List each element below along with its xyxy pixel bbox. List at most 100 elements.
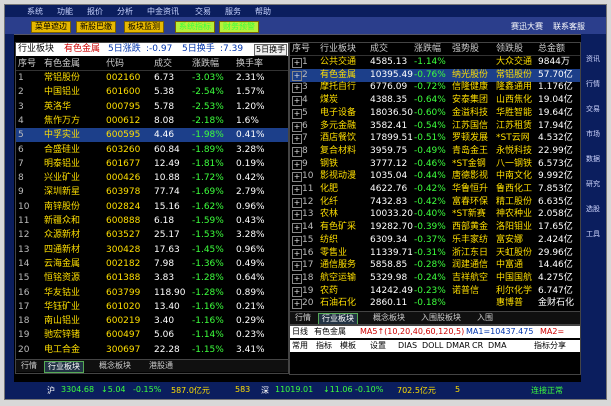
table-row[interactable]: +16 零售业 11339.71 -0.31% 浙江东日 天虹股份 29.96亿 — [290, 247, 580, 260]
table-row[interactable]: +7 酒店餐饮 17899.51 -0.51% 罗顿发展 *ST云网 4.532亿 — [290, 132, 580, 145]
kline-btn-common[interactable]: 常用 — [292, 340, 308, 352]
expand-icon[interactable]: + — [292, 172, 302, 183]
col-sector[interactable]: 行业板块 — [320, 43, 356, 55]
col-price[interactable]: 成交 — [154, 58, 172, 70]
side-tab-7[interactable]: 选股 — [584, 204, 602, 222]
expand-icon[interactable]: + — [292, 185, 302, 195]
menu-item-system[interactable]: 系统 — [27, 6, 43, 17]
kline-btn-template[interactable]: 模板 — [340, 340, 356, 352]
col-index[interactable]: 序号 — [292, 43, 310, 55]
side-tab-6[interactable]: 研究 — [584, 179, 602, 197]
table-row[interactable]: +8 复合材料 3959.75 -0.49% 青岛金王 永悦科技 22.99亿 — [290, 145, 580, 158]
side-tab-5[interactable]: 数据 — [584, 154, 602, 172]
indicator-dias[interactable]: DIAS — [398, 340, 417, 352]
toolbar-button-5[interactable]: 财务预警 — [219, 21, 259, 33]
expand-icon[interactable]: + — [292, 248, 302, 259]
col-price[interactable]: 成交 — [370, 43, 388, 55]
table-row[interactable]: 16 华友钴业 603799 118.90 -1.28% 0.89% — [16, 286, 288, 300]
expand-icon[interactable]: + — [292, 108, 302, 119]
menu-item-service[interactable]: 服务 — [225, 6, 241, 17]
toolbar-button-2[interactable]: 新股巴缴 — [76, 21, 116, 33]
toolbar-button-1[interactable]: 菜单遮边 — [31, 21, 71, 33]
table-row[interactable]: +4 煤炭 4388.35 -0.64% 安泰集团 山西焦化 19.04亿 — [290, 94, 580, 107]
table-row[interactable]: 5 中孚实业 600595 4.46 -1.98% 0.41% — [16, 128, 288, 143]
expand-icon[interactable]: + — [292, 121, 302, 132]
col-turnover[interactable]: 换手率 — [236, 58, 263, 70]
table-row[interactable]: +14 有色矿采 19282.70 -0.39% 西部黄金 洛阳钼业 17.65亿 — [290, 221, 580, 234]
tab-concept[interactable]: 概念板块 — [96, 361, 134, 371]
col-strong-stock[interactable]: 强势股 — [452, 43, 479, 55]
tab-industry[interactable]: 行业板块 — [318, 313, 358, 324]
side-tab-4[interactable]: 市场 — [584, 129, 602, 147]
table-row[interactable]: +18 航空运输 5329.98 -0.24% 吉祥航空 中国国航 4.275亿 — [290, 272, 580, 285]
table-row[interactable]: +17 通信服务 5858.85 -0.28% 润建通信 中富通 14.46亿 — [290, 259, 580, 272]
table-row[interactable]: +3 摩托自行 6776.09 -0.72% 信隆健康 隆鑫通用 1.176亿 — [290, 81, 580, 94]
expand-icon[interactable]: + — [292, 299, 302, 310]
toolbar-link-contest[interactable]: 赛迅大赛 — [511, 21, 543, 32]
tab-entry[interactable]: 入围股板块 — [418, 313, 464, 323]
tab-industry[interactable]: 行业板块 — [44, 361, 84, 373]
period-label[interactable]: 日线 — [292, 326, 308, 338]
table-row[interactable]: +15 纺织 6309.34 -0.37% 乐丰家纺 富安娜 2.424亿 — [290, 234, 580, 247]
side-tab-1[interactable]: 资讯 — [584, 54, 602, 72]
table-row[interactable]: +1 公共交通 4585.13 -1.14% 大众交通 9844万 — [290, 56, 580, 69]
table-row[interactable]: +10 影视动漫 1035.04 -0.44% 唐德影视 中南文化 9.992亿 — [290, 170, 580, 183]
table-row[interactable]: +6 多元金融 3582.41 -0.54% 江苏国信 江苏租赁 17.94亿 — [290, 120, 580, 133]
expand-icon[interactable]: + — [292, 235, 302, 246]
table-row[interactable]: 12 众源新材 603527 25.17 -1.53% 3.28% — [16, 228, 288, 242]
tab-quote[interactable]: 行情 — [18, 361, 40, 371]
table-row[interactable]: 10 南锌股份 002824 15.16 -1.62% 0.96% — [16, 200, 288, 214]
table-row[interactable]: 6 合盛硅业 603260 60.84 -1.89% 3.28% — [16, 143, 288, 157]
table-row[interactable]: +13 农林 10033.20 -0.40% *ST新赛 神农种业 2.058亿 — [290, 208, 580, 221]
table-row[interactable]: 18 南山铝业 600219 3.40 -1.16% 0.29% — [16, 314, 288, 328]
col-amount[interactable]: 总金额 — [538, 43, 565, 55]
table-row[interactable]: 14 云海金属 002182 7.98 -1.36% 0.49% — [16, 257, 288, 271]
indicator-cr[interactable]: CR — [472, 340, 483, 352]
table-row[interactable]: 4 焦作万方 000612 8.08 -2.18% 1.6% — [16, 114, 288, 128]
table-row[interactable]: 11 新疆众和 600888 6.18 -1.59% 0.43% — [16, 214, 288, 228]
col-lead-down[interactable]: 领跌股 — [496, 43, 523, 55]
indicator-dmar[interactable]: DMAR — [446, 340, 470, 352]
table-row[interactable]: +19 农药 14242.49 -0.23% 诺普信 利尔化学 6.747亿 — [290, 285, 580, 298]
table-row[interactable]: 1 常铝股份 002160 6.73 -3.03% 2.31% — [16, 71, 288, 85]
indicator-share-button[interactable]: 指标分享 — [534, 340, 566, 352]
menu-item-function[interactable]: 功能 — [57, 6, 73, 17]
expand-icon[interactable]: + — [292, 134, 302, 145]
kline-btn-indicator[interactable]: 指标 — [316, 340, 332, 352]
table-row[interactable]: +2 有色金属 10395.49 -0.76% 纳光股份 常铝股份 57.70亿 — [290, 68, 580, 82]
toolbar-button-3[interactable]: 板块监测 — [124, 21, 164, 33]
table-row[interactable]: 17 华钰矿业 601020 13.40 -1.16% 0.21% — [16, 300, 288, 314]
table-row[interactable]: 7 明泰铝业 601677 12.49 -1.81% 0.19% — [16, 157, 288, 171]
menu-item-quote[interactable]: 报价 — [87, 6, 103, 17]
table-row[interactable]: +5 电子设备 18036.50 -0.60% 金溢科技 华胜智能 19.64亿 — [290, 107, 580, 120]
side-tab-3[interactable]: 交易 — [584, 104, 602, 122]
table-row[interactable]: +9 钢铁 3777.12 -0.46% *ST金钢 八一钢铁 6.573亿 — [290, 158, 580, 171]
expand-icon[interactable]: + — [292, 261, 302, 272]
table-row[interactable]: +11 化肥 4622.76 -0.42% 华鲁恒升 鲁西化工 7.853亿 — [290, 183, 580, 196]
table-row[interactable]: 8 兴业矿业 000426 10.88 -1.72% 0.42% — [16, 171, 288, 185]
col-name[interactable]: 有色金属 — [44, 58, 80, 70]
expand-icon[interactable]: + — [292, 83, 302, 94]
tab-concept[interactable]: 概念板块 — [370, 313, 408, 323]
side-tab-2[interactable]: 行情 — [584, 79, 602, 97]
connection-status[interactable]: 连接正常 — [531, 385, 563, 396]
expand-icon[interactable]: + — [292, 273, 302, 284]
tab-hk-connect[interactable]: 港股通 — [146, 361, 176, 371]
indicator-dma[interactable]: DMA — [488, 340, 507, 352]
toolbar-link-service[interactable]: 联系客服 — [553, 21, 585, 32]
table-row[interactable]: 9 深圳新星 603978 77.74 -1.69% 2.79% — [16, 185, 288, 199]
menu-item-analysis[interactable]: 分析 — [117, 6, 133, 17]
tab-quote[interactable]: 行情 — [292, 313, 314, 323]
expand-icon[interactable]: + — [292, 96, 302, 107]
table-row[interactable]: 3 英洛华 000795 5.78 -2.53% 1.20% — [16, 100, 288, 114]
expand-icon[interactable]: + — [292, 210, 302, 221]
five-day-turnover-sort-button[interactable]: 5日换手 — [254, 44, 288, 56]
table-row[interactable]: 19 驰宏锌锗 600497 5.06 -1.14% 0.23% — [16, 328, 288, 342]
kline-btn-settings[interactable]: 设置 — [370, 340, 386, 352]
expand-icon[interactable]: + — [292, 286, 302, 297]
table-row[interactable]: +20 石油石化 2860.11 -0.18% 惠博普 金财石化 — [290, 297, 580, 310]
toolbar-button-4[interactable]: 系统指标 — [175, 21, 215, 33]
side-tab-8[interactable]: 工具 — [584, 229, 602, 247]
indicator-doll[interactable]: DOLL — [422, 340, 443, 352]
expand-icon[interactable]: + — [292, 70, 302, 81]
